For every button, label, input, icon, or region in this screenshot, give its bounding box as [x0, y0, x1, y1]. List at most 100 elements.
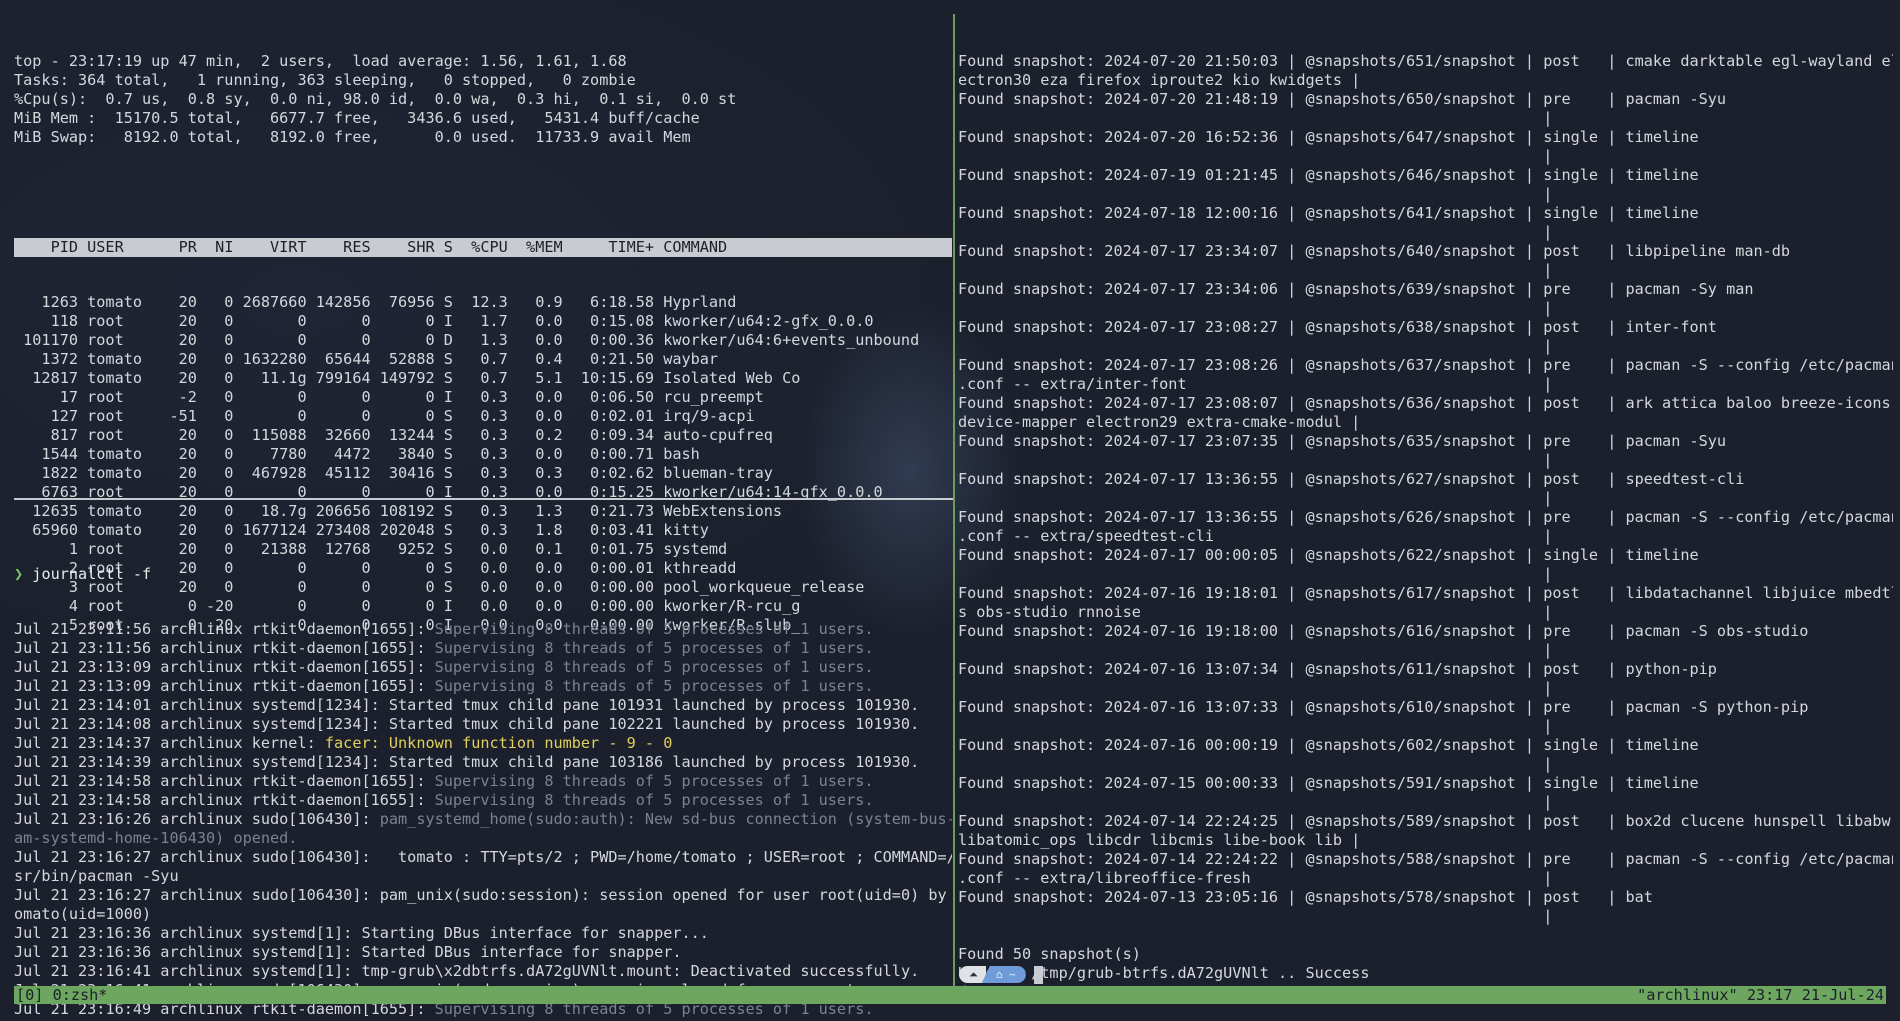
snapshot-line: Found snapshot: 2024-07-14 22:24:22 | @s… — [958, 850, 1893, 868]
journal-entry-prefix: Jul 21 23:16:36 archlinux systemd[1]: — [14, 924, 362, 942]
snapshot-line: | — [958, 147, 1553, 165]
journal-entry: am-systemd-home-106430) opened. — [14, 829, 952, 848]
prompt-arrow-icon: ❯ — [14, 565, 24, 583]
journal-entry: Jul 21 23:16:41 archlinux systemd[1]: tm… — [14, 962, 952, 981]
snapshot-line — [958, 926, 1893, 945]
journal-entry: sr/bin/pacman -Syu — [14, 867, 952, 886]
snapshot-line: Found snapshot: 2024-07-20 21:50:03 | @s… — [958, 52, 1893, 70]
pane-divider-vertical[interactable] — [953, 14, 955, 986]
snapshot-line: Found 50 snapshot(s) — [958, 945, 1141, 963]
journal-command: journalctl -f — [23, 565, 152, 583]
process-row[interactable]: 817 root 20 0 115088 32660 13244 S 0.3 0… — [14, 426, 952, 445]
snapshot-line: Found snapshot: 2024-07-16 13:07:33 | @s… — [958, 698, 1809, 716]
snapshot-line: | — [958, 451, 1553, 469]
snapshot-line: Found snapshot: 2024-07-17 13:36:55 | @s… — [958, 508, 1893, 526]
process-row[interactable]: 1544 tomato 20 0 7780 4472 3840 S 0.3 0.… — [14, 445, 952, 464]
process-row[interactable]: 12817 tomato 20 0 11.1g 799164 149792 S … — [14, 369, 952, 388]
snapshot-line: | — [958, 109, 1553, 127]
journal-entry: Jul 21 23:16:26 archlinux sudo[106430]: … — [14, 810, 952, 829]
snapshot-line: | — [958, 299, 1553, 317]
top-summary-line: top - 23:17:19 up 47 min, 2 users, load … — [14, 52, 627, 70]
tmux-window-list[interactable]: [0] 0:zsh* — [16, 986, 107, 1004]
journal-entry-message: pam_unix(sudo:session): session opened f… — [379, 886, 952, 904]
journal-entry: Jul 21 23:14:37 archlinux kernel: facer:… — [14, 734, 952, 753]
snapshot-line: | — [958, 793, 1553, 811]
snapshot-line: Found snapshot: 2024-07-15 00:00:33 | @s… — [958, 774, 1699, 792]
journal-entry: Jul 21 23:11:56 archlinux rtkit-daemon[1… — [14, 639, 952, 658]
snapshot-line: Found snapshot: 2024-07-17 23:07:35 | @s… — [958, 432, 1727, 450]
journal-entry-prefix: Jul 21 23:16:41 archlinux systemd[1]: — [14, 962, 362, 980]
snapshot-line: Found snapshot: 2024-07-16 19:18:00 | @s… — [958, 622, 1809, 640]
snapshot-line: Found snapshot: 2024-07-17 23:08:26 | @s… — [958, 356, 1893, 374]
arch-icon: ⏶ — [959, 966, 986, 983]
tmux-status-bar: [0] 0:zsh* "archlinux" 23:17 21-Jul-24 — [14, 986, 1886, 1004]
home-dir-segment: ⌂ ~ — [981, 966, 1026, 983]
pane-divider-horizontal[interactable] — [14, 498, 954, 500]
snapshot-line: | — [958, 679, 1553, 697]
snapshot-line: | — [958, 489, 1553, 507]
process-row[interactable]: 118 root 20 0 0 0 0 I 1.7 0.0 0:15.08 kw… — [14, 312, 952, 331]
journal-entry: Jul 21 23:14:58 archlinux rtkit-daemon[1… — [14, 772, 952, 791]
snapshot-line: Found snapshot: 2024-07-14 22:24:25 | @s… — [958, 812, 1891, 830]
shell-prompt[interactable]: ⏶ ⌂ ~ — [959, 966, 1043, 985]
journal-entry-message: Supervising 8 threads of 5 processes of … — [434, 772, 874, 790]
snapshot-line: Found snapshot: 2024-07-20 16:52:36 | @s… — [958, 128, 1699, 146]
journal-entry-message: Started tmux child pane 102221 launched … — [388, 715, 920, 733]
journal-entry: Jul 21 23:16:36 archlinux systemd[1]: St… — [14, 924, 952, 943]
process-row[interactable]: 17 root -2 0 0 0 0 I 0.3 0.0 0:06.50 rcu… — [14, 388, 952, 407]
journal-pane[interactable]: ❯ journalctl -f Jul 21 23:11:56 archlinu… — [14, 529, 952, 1021]
journal-entry-prefix: Jul 21 23:11:56 archlinux rtkit-daemon[1… — [14, 639, 435, 657]
journal-entry-message: Supervising 8 threads of 5 processes of … — [434, 620, 874, 638]
snapshot-line: | — [958, 641, 1553, 659]
journal-entry-prefix: Jul 21 23:13:09 archlinux rtkit-daemon[1… — [14, 677, 435, 695]
snapshot-line: Found snapshot: 2024-07-17 23:34:07 | @s… — [958, 242, 1791, 260]
snapshot-line: Found snapshot: 2024-07-20 21:48:19 | @s… — [958, 90, 1727, 108]
snapshot-line: Found snapshot: 2024-07-19 01:21:45 | @s… — [958, 166, 1699, 184]
journal-entry-message: Supervising 8 threads of 5 processes of … — [434, 677, 874, 695]
snapshot-line: | — [958, 223, 1553, 241]
snapshot-line: | — [958, 907, 1553, 925]
snapshot-line: | — [958, 337, 1553, 355]
journal-entry-prefix: Jul 21 23:16:27 archlinux sudo[106430]: — [14, 886, 380, 904]
snapshot-line: | — [958, 261, 1553, 279]
journal-entry: Jul 21 23:16:27 archlinux sudo[106430]: … — [14, 886, 952, 905]
top-summary: top - 23:17:19 up 47 min, 2 users, load … — [14, 52, 952, 147]
process-row[interactable]: 1372 tomato 20 0 1632280 65644 52888 S 0… — [14, 350, 952, 369]
snapshot-log: Found snapshot: 2024-07-20 21:50:03 | @s… — [958, 52, 1893, 1002]
journal-command-line: ❯ journalctl -f — [14, 565, 952, 584]
journal-entry-message: sr/bin/pacman -Syu — [14, 867, 179, 885]
journal-entry: Jul 21 23:13:09 archlinux rtkit-daemon[1… — [14, 677, 952, 696]
journal-entry: Jul 21 23:11:56 archlinux rtkit-daemon[1… — [14, 620, 952, 639]
top-summary-line: %Cpu(s): 0.7 us, 0.8 sy, 0.0 ni, 98.0 id… — [14, 90, 737, 108]
journal-entry: Jul 21 23:14:01 archlinux systemd[1234]:… — [14, 696, 952, 715]
snapshot-line: libatomic_ops libcdr libcmis libe-book l… — [958, 831, 1361, 849]
snapshot-pane[interactable]: Found snapshot: 2024-07-20 21:50:03 | @s… — [958, 16, 1893, 1020]
journal-entry-message: Supervising 8 threads of 5 processes of … — [434, 639, 874, 657]
journal-entry-prefix: Jul 21 23:14:01 archlinux systemd[1234]: — [14, 696, 389, 714]
process-table-header[interactable]: PID USER PR NI VIRT RES SHR S %CPU %MEM … — [14, 238, 952, 257]
journal-entry: Jul 21 23:16:36 archlinux systemd[1]: St… — [14, 943, 952, 962]
process-row[interactable]: 101170 root 20 0 0 0 0 D 1.3 0.0 0:00.36… — [14, 331, 952, 350]
snapshot-line: | — [958, 565, 1553, 583]
process-row[interactable]: 12635 tomato 20 0 18.7g 206656 108192 S … — [14, 502, 952, 521]
process-row[interactable]: 1822 tomato 20 0 467928 45112 30416 S 0.… — [14, 464, 952, 483]
journal-entry-prefix: Jul 21 23:14:58 archlinux rtkit-daemon[1… — [14, 772, 435, 790]
process-row[interactable]: 127 root -51 0 0 0 0 S 0.3 0.0 0:02.01 i… — [14, 407, 952, 426]
journal-entry-prefix: Jul 21 23:14:37 archlinux kernel: — [14, 734, 325, 752]
process-row[interactable]: 1263 tomato 20 0 2687660 142856 76956 S … — [14, 293, 952, 312]
journal-entry-message: Supervising 8 threads of 5 processes of … — [434, 658, 874, 676]
journal-entry-prefix: Jul 21 23:13:09 archlinux rtkit-daemon[1… — [14, 658, 435, 676]
snapshot-line: Found snapshot: 2024-07-17 00:00:05 | @s… — [958, 546, 1699, 564]
journal-entry-message: Supervising 8 threads of 5 processes of … — [434, 791, 874, 809]
snapshot-line: Found snapshot: 2024-07-13 23:05:16 | @s… — [958, 888, 1653, 906]
top-summary-line: MiB Mem : 15170.5 total, 6677.7 free, 34… — [14, 109, 700, 127]
journal-entry-message: omato(uid=1000) — [14, 905, 152, 923]
journal-entry-prefix: Jul 21 23:16:26 archlinux sudo[106430]: — [14, 810, 380, 828]
snapshot-line: Found snapshot: 2024-07-16 00:00:19 | @s… — [958, 736, 1699, 754]
journal-entry-message: Starting DBus interface for snapper... — [361, 924, 709, 942]
snapshot-line: Found snapshot: 2024-07-17 23:08:07 | @s… — [958, 394, 1891, 412]
snapshot-line: Unmount /tmp/grub-btrfs.dA72gUVNlt .. Su… — [958, 964, 1370, 982]
tmux-status-right: "archlinux" 23:17 21-Jul-24 — [1637, 986, 1884, 1004]
journal-entry-prefix: Jul 21 23:16:36 archlinux systemd[1]: — [14, 943, 362, 961]
snapshot-line: Found snapshot: 2024-07-18 12:00:16 | @s… — [958, 204, 1699, 222]
